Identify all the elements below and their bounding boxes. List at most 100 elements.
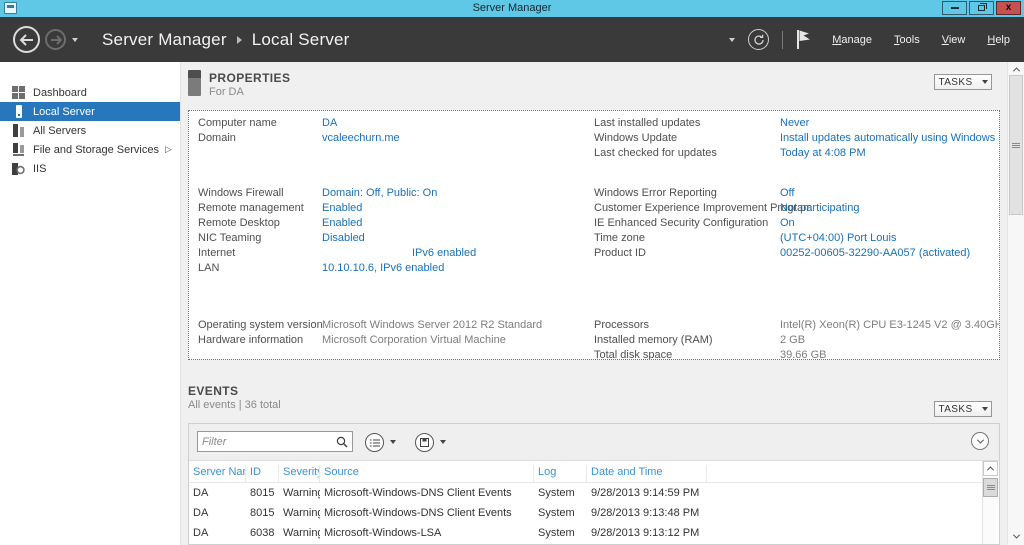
minimize-button[interactable] [942,1,967,15]
property-label: Computer name [198,117,322,129]
cell-log: System [534,487,587,499]
server-manager-window: Server Manager x Server Manager Local Se… [0,0,1024,545]
column-header-date-time[interactable]: Date and Time [587,465,707,482]
property-row: ProcessorsIntel(R) Xeon(R) CPU E3-1245 V… [594,317,990,332]
menu-tools[interactable]: Tools [894,34,920,46]
page-scroll-thumb[interactable] [1009,75,1023,215]
menu-view[interactable]: View [942,34,966,46]
refresh-dropdown-caret[interactable] [729,38,735,42]
property-row: NIC TeamingDisabled [198,230,594,245]
events-title: EVENTS [188,384,238,398]
property-row: Windows UpdateInstall updates automatica… [594,130,990,145]
table-row[interactable]: DA 8015 Warning Microsoft-Windows-DNS Cl… [189,503,999,523]
property-row: Installed memory (RAM)2 GB [594,332,990,347]
chevron-up-icon [1012,67,1019,74]
cell-log: System [534,527,587,539]
property-row: Remote managementEnabled [198,200,594,215]
sidebar-item-dashboard[interactable]: Dashboard [0,83,180,102]
column-header-id[interactable]: ID [246,465,279,482]
sidebar-item-iis[interactable]: IIS [0,159,180,178]
refresh-button[interactable] [748,29,769,50]
table-row[interactable]: DA 6038 Warning Microsoft-Windows-LSA Sy… [189,523,999,543]
property-row: Total disk space39.66 GB [594,347,990,360]
property-value-link[interactable]: Not participating [780,202,860,214]
sidebar-item-local-server[interactable]: Local Server [0,102,180,121]
filter-options-caret-icon[interactable] [390,440,396,444]
list-icon [370,439,380,447]
property-label: Processors [594,319,780,331]
breadcrumb-root[interactable]: Server Manager [102,30,227,50]
saved-queries-button[interactable] [415,433,434,452]
property-label: Installed memory (RAM) [594,334,780,346]
table-row[interactable]: DA 8015 Warning Microsoft-Windows-DNS Cl… [189,483,999,503]
property-row: IE Enhanced Security ConfigurationOn [594,215,990,230]
tasks-caret-icon [982,80,988,84]
notifications-flag-icon[interactable] [796,29,811,50]
property-value-link[interactable]: Today at 4:08 PM [780,147,866,159]
sidebar-item-label: Local Server [33,106,95,118]
restore-button[interactable] [969,1,994,15]
file-storage-icon [12,143,26,156]
property-value-link[interactable]: Off [780,187,794,199]
cell-source: Microsoft-Windows-LSA [320,527,534,539]
properties-server-icon [188,70,201,96]
table-scroll-thumb[interactable] [983,478,998,497]
iis-icon [12,162,26,175]
events-tasks-button[interactable]: TASKS [934,401,992,417]
forward-button[interactable] [45,29,66,50]
property-value-link[interactable]: Enabled [322,202,362,214]
filter-input[interactable] [198,436,336,448]
saved-queries-caret-icon[interactable] [440,440,446,444]
property-value-link[interactable]: (UTC+04:00) Port Louis [780,232,896,244]
sidebar-item-file-storage-services[interactable]: File and Storage Services ▷ [0,140,180,159]
property-label: Domain [198,132,322,144]
cell-id: 8015 [246,507,279,519]
menu-manage[interactable]: Manage [832,34,872,46]
column-header-source[interactable]: Source [320,465,534,482]
property-value-link[interactable]: On [780,217,795,229]
sidebar-item-all-servers[interactable]: All Servers [0,121,180,140]
collapse-panel-button[interactable] [971,432,989,450]
property-value-link[interactable]: 00252-00605-32290-AA057 (activated) [780,247,970,259]
property-value-link[interactable]: Never [780,117,809,129]
property-value-link[interactable]: Install updates automatically using Wind… [780,132,1000,144]
page-scroll-down-button[interactable] [1008,531,1024,542]
events-panel: Server Name ID Severity Source Log Date … [188,423,1000,545]
search-icon[interactable] [336,436,348,448]
property-row: Windows Error ReportingOff [594,185,990,200]
sidebar: Dashboard Local Server All Servers File … [0,62,181,545]
expand-arrow-icon[interactable]: ▷ [165,144,172,155]
property-value-link[interactable]: Enabled [322,217,362,229]
property-label: Last installed updates [594,117,780,129]
table-scroll-up-button[interactable] [983,461,998,476]
close-button[interactable]: x [996,1,1021,15]
property-value-link[interactable]: Domain: Off, Public: On [322,187,437,199]
sidebar-item-label: File and Storage Services [33,144,159,156]
menu-help[interactable]: Help [987,34,1010,46]
property-row: Operating system versionMicrosoft Window… [198,317,594,332]
property-row: Windows FirewallDomain: Off, Public: On [198,185,594,200]
property-value-link[interactable]: 10.10.10.6, IPv6 enabled [322,262,444,274]
property-value-link[interactable]: Disabled [322,232,365,244]
server-tower-icon [12,105,26,118]
navigation-bar: Server Manager Local Server Manage Tools… [0,17,1024,62]
cell-severity: Warning [279,487,320,499]
properties-subtitle: For DA [209,86,244,98]
column-header-severity[interactable]: Severity [279,465,320,482]
tasks-label: TASKS [938,77,972,88]
history-dropdown-caret[interactable] [72,38,78,42]
column-header-server-name[interactable]: Server Name [189,465,246,482]
property-row: Customer Experience Improvement ProgramN… [594,200,990,215]
tasks-label: TASKS [938,404,972,415]
property-value-link[interactable]: DA [322,117,337,129]
back-button[interactable] [13,26,40,53]
property-label: Windows Firewall [198,187,322,199]
column-header-log[interactable]: Log [534,465,587,482]
filter-options-button[interactable] [365,433,384,452]
page-scroll-up-button[interactable] [1008,64,1024,75]
property-row: Remote DesktopEnabled [198,215,594,230]
property-label: Hardware information [198,334,322,346]
property-value-link[interactable]: vcaleechurn.me [322,132,400,144]
properties-tasks-button[interactable]: TASKS [934,74,992,90]
property-value-link[interactable]: IPv6 enabled [322,247,476,259]
